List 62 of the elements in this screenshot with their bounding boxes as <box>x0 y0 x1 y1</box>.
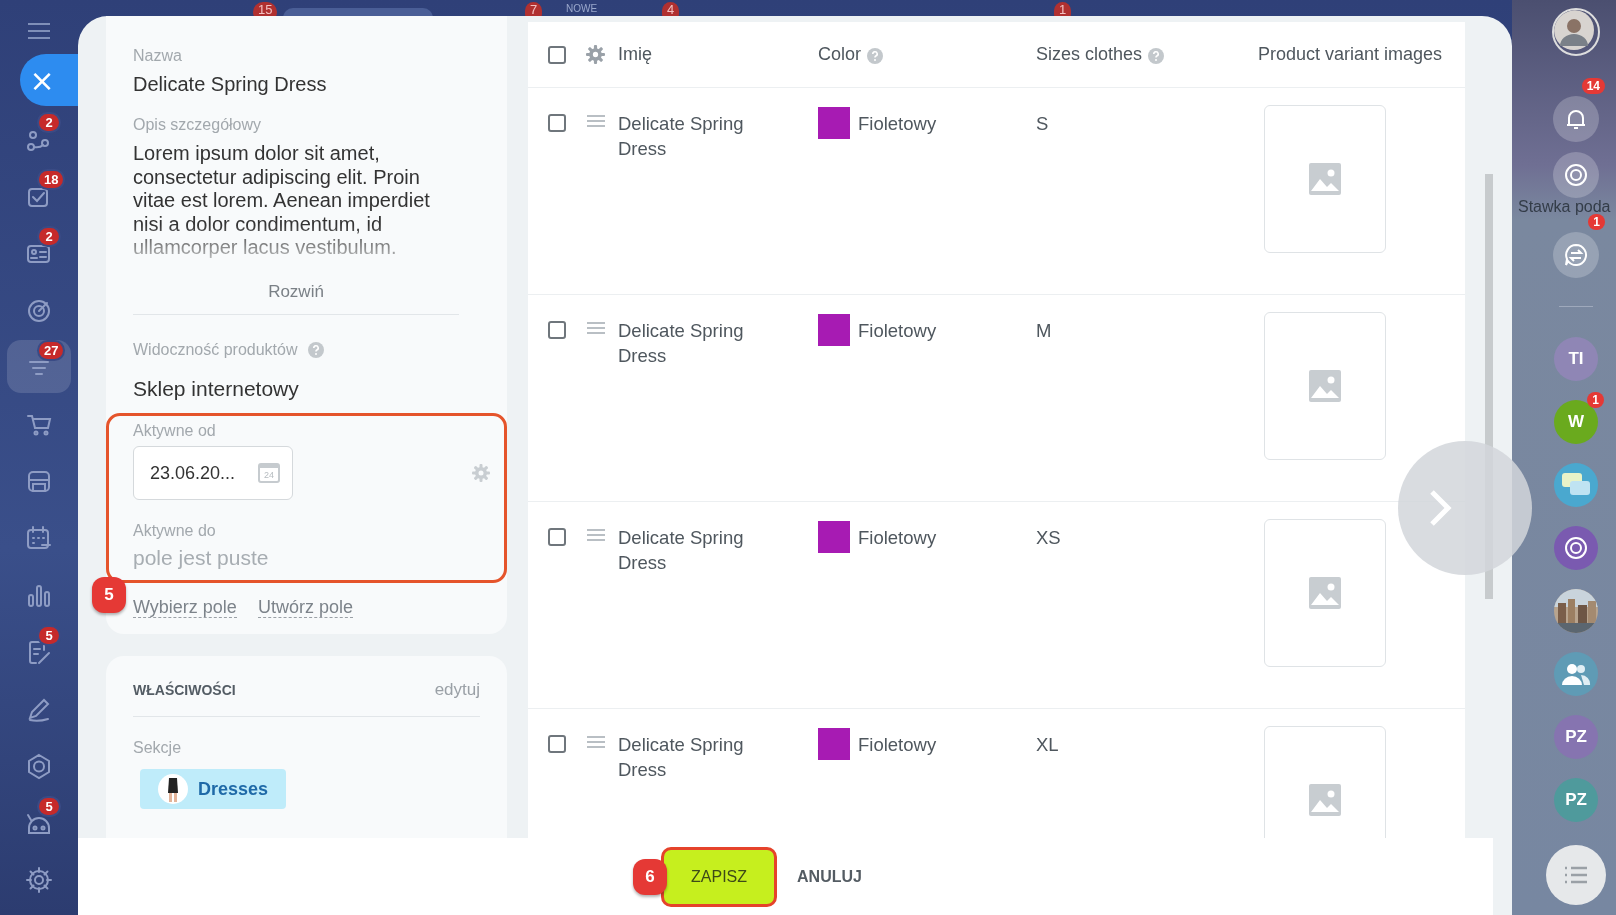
column-header[interactable]: Color <box>818 44 1036 65</box>
table-cell-text: Delicate Spring Dress <box>618 319 745 368</box>
count-badge: 7 <box>525 2 543 16</box>
field-value: pole jest puste <box>133 546 270 570</box>
product-name: Delicate Spring Dress <box>133 73 328 96</box>
section-tag[interactable]: Dresses <box>140 769 287 809</box>
save-button[interactable]: ZAPISZ <box>661 846 778 907</box>
contact-avatar[interactable]: TI <box>1554 337 1598 381</box>
step-badge: 6 <box>633 858 668 895</box>
count-badge: 4 <box>662 2 680 16</box>
column-label: NOWE <box>566 3 598 14</box>
nav-item[interactable]: 5 <box>7 625 71 678</box>
field-label: Widoczność produktów <box>133 341 298 359</box>
cancel-button[interactable]: ANULUJ <box>791 866 868 887</box>
nav-item[interactable]: 27 <box>7 340 71 393</box>
table-cell-text: M <box>1036 319 1053 343</box>
count-badge: 2 <box>39 114 59 131</box>
field-link[interactable]: Utwórz pole <box>257 597 353 618</box>
count-badge: 1 <box>1587 392 1604 408</box>
table-cell-text: S <box>1036 112 1050 136</box>
table-cell-text: Delicate Spring Dress <box>618 733 745 782</box>
count-badge: 1 <box>1054 2 1072 16</box>
table-cell-text: Fioletowy <box>858 733 937 757</box>
rate-label: Stawka poda <box>1518 198 1611 216</box>
count-badge: 2 <box>39 228 59 245</box>
field-value: Sklep internetowy <box>133 377 300 401</box>
table-cell-text: XS <box>1036 526 1062 550</box>
table-cell-text: Delicate Spring Dress <box>618 112 745 161</box>
field-label: Aktywne do <box>133 522 217 540</box>
field-label: Nazwa <box>133 47 183 65</box>
nav-item[interactable]: 18 <box>7 169 71 222</box>
field-label: Sekcje <box>133 739 183 757</box>
contact-avatar[interactable]: PZ <box>1554 715 1598 759</box>
nav-item[interactable]: 2 <box>7 112 71 165</box>
count-badge: 15 <box>253 2 278 16</box>
step-badge: 5 <box>92 577 126 613</box>
count-badge: 14 <box>1581 78 1605 94</box>
description-text: Lorem ipsum dolor sit amet, consectetur adipiscing elit. Proin vitae est lorem. Aenean imperdiet nisi a dolor condimentum, id ullamcorper lacus vestibulum. <box>133 142 431 260</box>
table-cell-text: Fioletowy <box>858 526 937 550</box>
table-cell-text: Fioletowy <box>858 112 937 136</box>
table-cell-text: XL <box>1036 733 1060 757</box>
table-cell-text: Delicate Spring Dress <box>618 526 745 575</box>
count-badge: 18 <box>39 171 64 188</box>
nav-item[interactable]: 2 <box>7 226 71 279</box>
expand-button[interactable]: Rozwiń <box>133 260 459 315</box>
column-header[interactable]: Imię <box>618 44 818 65</box>
nav-item[interactable]: 5 <box>7 796 71 849</box>
count-badge: 5 <box>39 627 59 644</box>
count-badge: 5 <box>39 798 59 815</box>
count-badge: 27 <box>39 342 64 359</box>
count-badge: 1 <box>1588 214 1605 230</box>
date-field[interactable]: 23.06.20... 24 <box>133 446 293 500</box>
field-label: Opis szczegółowy <box>133 116 263 134</box>
column-header[interactable]: Product variant images <box>1258 44 1465 65</box>
table-cell-text: Fioletowy <box>858 319 937 343</box>
close-button[interactable]: × <box>20 54 78 106</box>
column-header[interactable]: Sizes clothes <box>1036 44 1258 65</box>
field-link[interactable]: Wybierz pole <box>133 597 237 618</box>
calendar-icon: 24 <box>258 463 280 483</box>
field-label: Aktywne od <box>133 422 217 440</box>
section-title: WŁAŚCIWOŚCI <box>133 682 236 698</box>
contact-avatar[interactable]: PZ <box>1554 778 1598 822</box>
